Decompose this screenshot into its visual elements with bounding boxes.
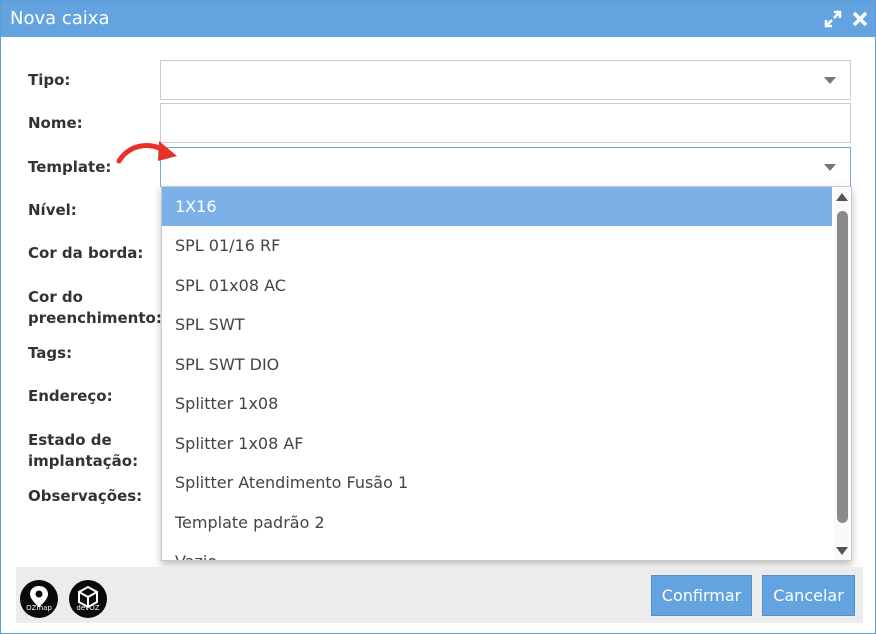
nome-input[interactable] (160, 103, 851, 143)
expand-icon[interactable] (823, 9, 843, 29)
dropdown-option[interactable]: SPL 01/16 RF (162, 226, 832, 265)
tags-label: Tags: (28, 344, 73, 362)
estado-implantacao-label-line1: Estado de (28, 431, 112, 449)
cube-icon (78, 585, 98, 609)
pointer-arrow-icon (116, 141, 177, 164)
confirm-button[interactable]: Confirmar (651, 575, 752, 616)
ozmap-logo-text: OZmap (26, 604, 52, 612)
dropdown-option[interactable]: Splitter 1x08 AF (162, 424, 832, 463)
dropdown-option[interactable]: Template padrão 2 (162, 503, 832, 542)
dropdown-option[interactable]: SPL SWT DIO (162, 345, 832, 384)
close-icon[interactable] (850, 9, 870, 29)
scrollbar-thumb[interactable] (837, 211, 848, 523)
cor-borda-label: Cor da borda: (28, 244, 144, 262)
dropdown-option[interactable]: Splitter Atendimento Fusão 1 (162, 463, 832, 502)
cor-preenchimento-label-line1: Cor do (28, 288, 83, 306)
scroll-up-icon[interactable] (836, 193, 848, 201)
devoz-logo-text: devOZ (76, 604, 100, 612)
devoz-logo: devOZ (69, 580, 107, 618)
map-pin-icon (30, 586, 48, 607)
estado-implantacao-label-line2: implantação: (28, 452, 139, 470)
tipo-select[interactable] (160, 60, 851, 100)
dialog-title: Nova caixa (10, 8, 110, 29)
template-label: Template: (28, 158, 112, 176)
tipo-label: Tipo: (28, 71, 71, 89)
dropdown-caret-icon (824, 77, 836, 84)
ozmap-logo: OZmap (20, 580, 58, 618)
nivel-label: Nível: (28, 201, 77, 219)
nome-label: Nome: (28, 114, 83, 132)
observacoes-label: Observações: (28, 487, 143, 505)
cancel-button[interactable]: Cancelar (762, 575, 855, 616)
dropdown-option[interactable]: SPL 01x08 AC (162, 266, 832, 305)
dialog-footer: OZmap devOZ Confirmar Cancelar (16, 567, 863, 623)
dropdown-option[interactable]: SPL SWT (162, 305, 832, 344)
endereco-label: Endereço: (28, 387, 113, 405)
dropdown-option[interactable]: Vazio (162, 542, 832, 560)
template-dropdown-list[interactable]: 1X16 SPL 01/16 RF SPL 01x08 AC SPL SWT S… (161, 186, 852, 561)
dropdown-caret-icon (824, 164, 836, 171)
cor-preenchimento-label-line2: preenchimento: (28, 309, 162, 327)
nova-caixa-dialog: Nova caixa Tipo: Nome: Template: Nível: … (0, 0, 876, 634)
title-bar[interactable]: Nova caixa (1, 1, 875, 37)
dropdown-option[interactable]: Splitter 1x08 (162, 384, 832, 423)
template-select[interactable] (160, 147, 851, 187)
scroll-down-icon[interactable] (836, 547, 848, 555)
dropdown-option[interactable]: 1X16 (162, 187, 832, 226)
